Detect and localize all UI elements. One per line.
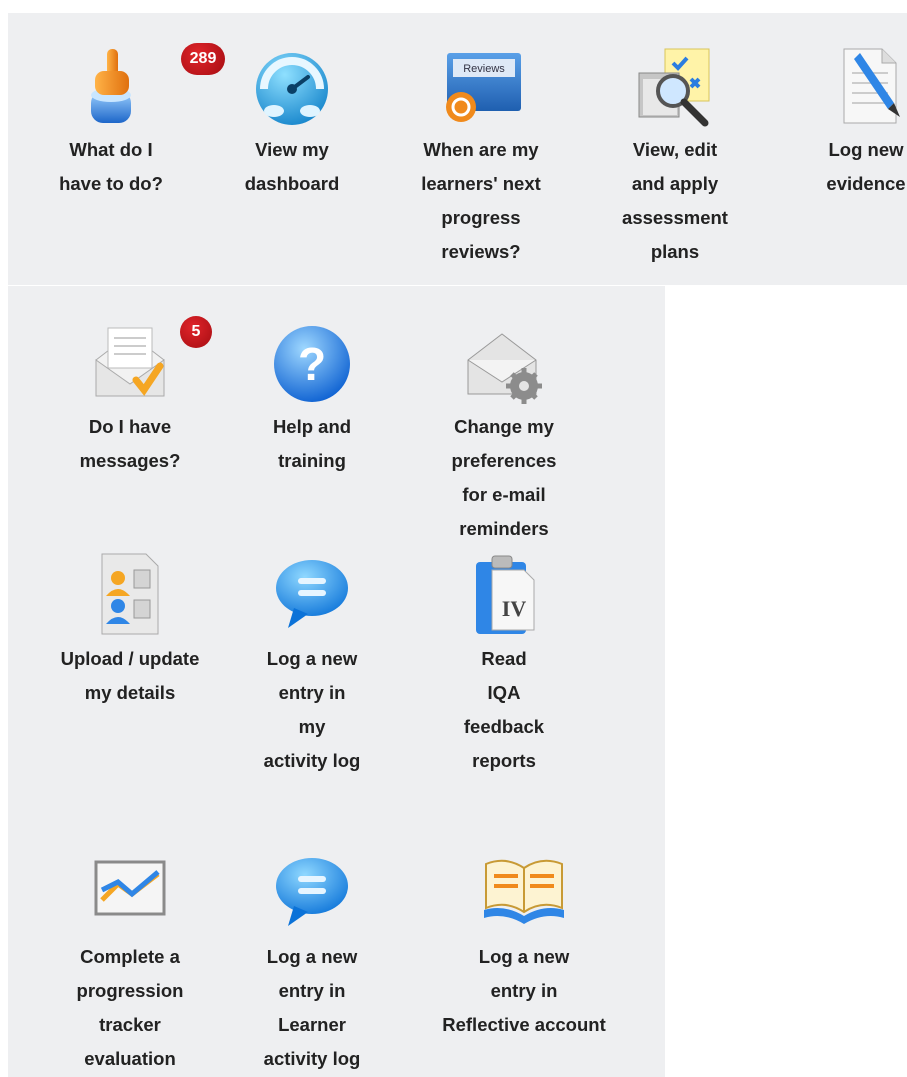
messages-button[interactable]: 5 Do I have messages? (50, 316, 212, 478)
view-my-dashboard-button[interactable]: View my dashboard (212, 43, 372, 201)
svg-text:IV: IV (502, 596, 527, 621)
svg-text:?: ? (298, 338, 326, 390)
assessment-plans-icon (638, 48, 710, 127)
help-icon: ? (274, 326, 350, 402)
reflective-account-button[interactable]: Log a new entry in Reflective account (434, 850, 614, 1042)
tile-label: Log a new entry in my activity log (263, 648, 361, 771)
tile-label: Read IQA feedback reports (463, 648, 545, 771)
learner-activity-log-button[interactable]: Log a new entry in Learner activity log (232, 850, 392, 1076)
help-and-training-button[interactable]: ? Help and training (232, 320, 392, 478)
assessment-plans-button[interactable]: View, edit and apply assessment plans (595, 43, 755, 269)
tile-label: View my dashboard (244, 139, 340, 194)
tile-label: Complete a progression tracker evaluatio… (76, 946, 184, 1069)
email-preferences-button[interactable]: Change my preferences for e-mail reminde… (424, 320, 584, 546)
top-toolbar-clip: 289 What do I have to do? View my dashbo… (8, 13, 907, 285)
what-do-i-have-to-do-button[interactable]: 289 What do I have to do? (31, 43, 225, 201)
pointing-hand-icon (91, 49, 131, 123)
messages-icon (95, 327, 165, 397)
tile-label: View, edit and apply assessment plans (622, 139, 728, 262)
tile-label: Change my preferences for e-mail reminde… (451, 416, 557, 539)
tile-label: What do I have to do? (59, 139, 163, 194)
tile-label: Log new evidence (826, 139, 906, 194)
progression-tracker-button[interactable]: Complete a progression tracker evaluatio… (50, 850, 210, 1076)
email-preferences-icon (467, 333, 542, 404)
log-activity-entry-button[interactable]: Log a new entry in my activity log (232, 552, 392, 778)
tile-label: Log a new entry in Reflective account (442, 946, 606, 1035)
progression-chart-icon (94, 860, 166, 916)
tile-label: Do I have messages? (79, 416, 181, 471)
tile-label: Upload / update my details (60, 648, 200, 703)
chat-bubble-icon (276, 858, 348, 926)
user-details-icon (101, 553, 159, 635)
log-new-evidence-button[interactable]: Log new evidence (786, 43, 907, 201)
main-grid-panel: 5 Do I have messages? ? Help and trainin… (8, 286, 665, 1077)
dashboard-gauge-icon (256, 53, 328, 125)
tile-label: Log a new entry in Learner activity log (263, 946, 361, 1069)
reviews-icon: Reviews (446, 53, 521, 122)
iqa-feedback-reports-button[interactable]: IV Read IQA feedback reports (424, 552, 584, 778)
log-evidence-icon (843, 48, 900, 124)
chat-bubble-icon (276, 560, 348, 628)
open-book-icon (484, 859, 564, 924)
tile-label: When are my learners' next progress revi… (421, 139, 541, 262)
messages-count-badge: 5 (180, 316, 212, 348)
upload-update-details-button[interactable]: Upload / update my details (50, 552, 210, 710)
tile-label: Help and training (272, 416, 352, 471)
svg-text:Reviews: Reviews (463, 63, 505, 75)
progress-reviews-button[interactable]: Reviews When are my learners' next progr… (401, 43, 561, 269)
iqa-report-icon: IV (476, 555, 535, 634)
top-toolbar-panel: 289 What do I have to do? View my dashbo… (8, 13, 907, 285)
